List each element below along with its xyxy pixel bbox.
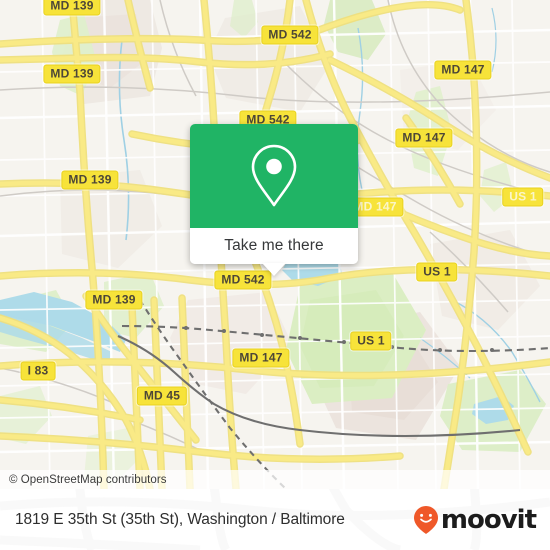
footer-bar: 1819 E 35th St (35th St), Washington / B… [0,489,550,550]
road-shield: MD 139 [43,64,101,84]
moovit-wordmark: moovit [440,504,537,535]
popup-pointer [262,263,286,276]
attribution-text: © OpenStreetMap contributors [9,473,167,486]
road-shield: US 1 [350,331,392,351]
place-popup[interactable]: Take me there [190,124,358,276]
moovit-smiley-pin-icon [413,505,438,534]
road-shield: MD 139 [61,170,119,190]
map-pin-icon [251,144,297,207]
location-address: 1819 E 35th St (35th St), Washington / B… [15,510,345,528]
popup-pin-area [190,124,358,228]
road-shield: MD 139 [85,290,143,310]
road-shield: MD 139 [43,0,101,16]
road-shield: MD 542 [261,25,319,45]
road-shield: MD 147 [232,348,290,368]
road-shield: MD 147 [434,60,492,80]
road-shield: I 83 [20,361,56,381]
take-me-there-label: Take me there [224,237,324,254]
map-canvas[interactable]: MD 139 MD 542 MD 147 MD 139 MD 147 MD 542 MD 1… [0,0,550,489]
map-attribution-bar: © OpenStreetMap contributors [0,470,550,489]
road-shield: US 1 [502,187,544,207]
road-shield: MD 45 [136,386,188,406]
road-shield: MD 147 [395,128,453,148]
map-screen: MD 139 MD 542 MD 147 MD 139 MD 147 MD 542 MD 1… [0,0,550,550]
take-me-there-button[interactable]: Take me there [190,228,358,264]
moovit-logo[interactable]: moovit [413,504,537,535]
road-shield: US 1 [416,262,458,282]
